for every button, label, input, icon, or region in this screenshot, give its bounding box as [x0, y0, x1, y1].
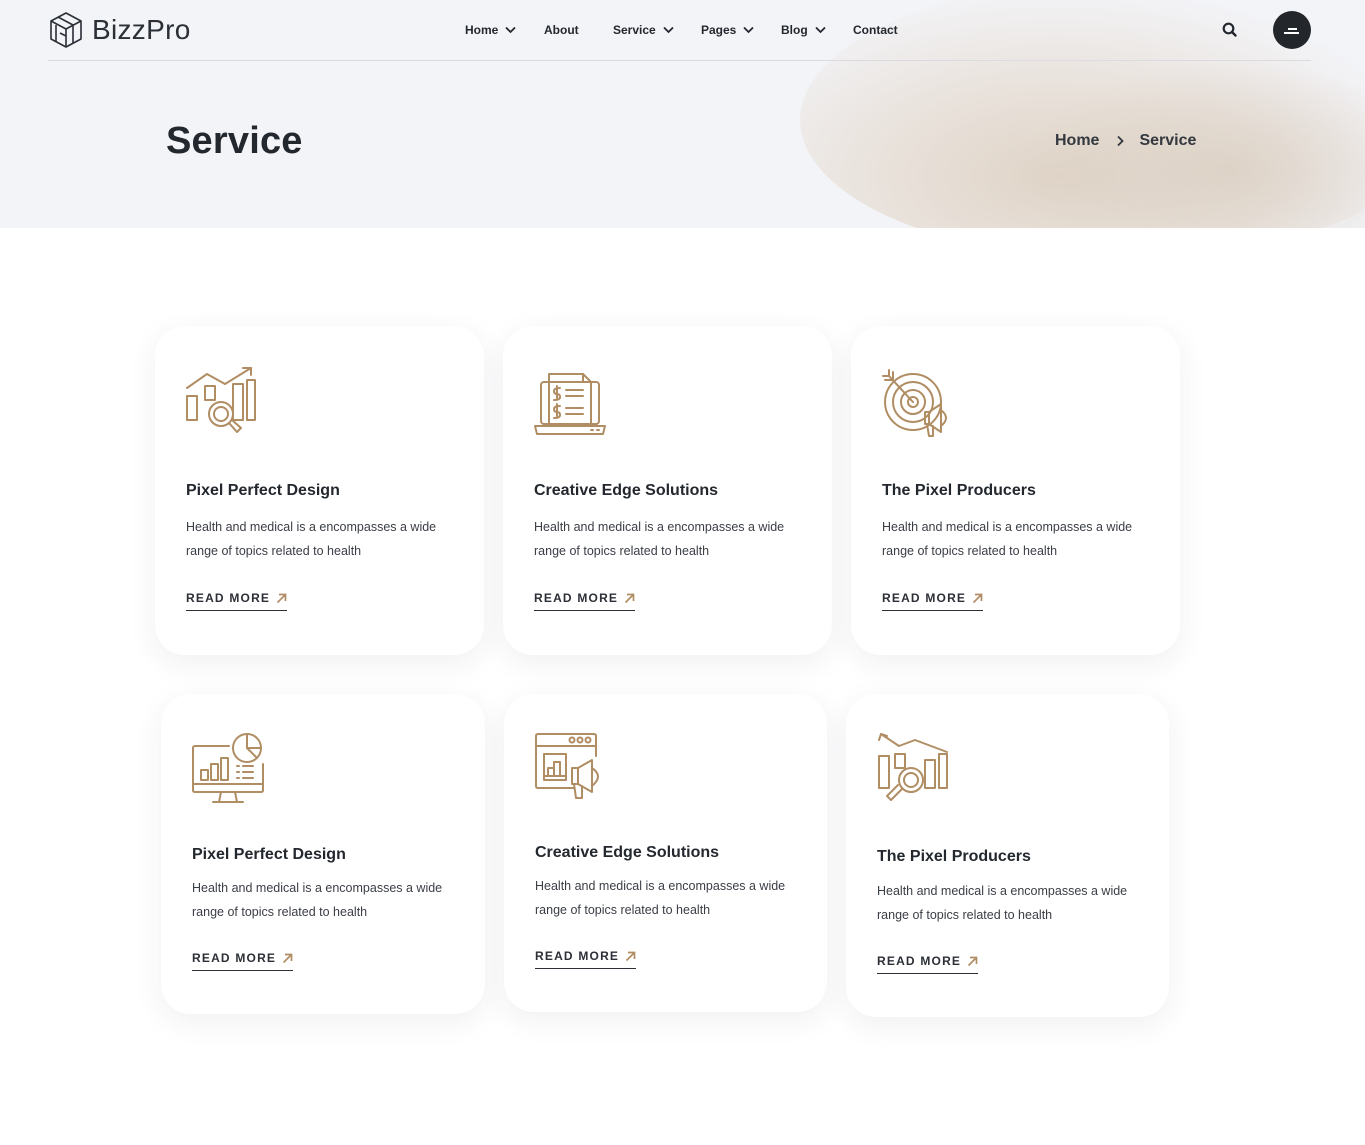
card-description: Health and medical is a encompasses a wi…	[877, 884, 1128, 922]
card-description: Health and medical is a encompasses a wi…	[186, 520, 437, 558]
chevron-right-icon	[1117, 135, 1125, 147]
nav-about[interactable]: About	[544, 23, 579, 37]
chevron-down-icon	[663, 26, 674, 34]
read-more-label: READ MORE	[186, 591, 271, 605]
read-more-label: READ MORE	[534, 591, 619, 605]
read-more-link[interactable]: READ MORE	[192, 951, 294, 971]
card-description: Health and medical is a encompasses a wi…	[882, 520, 1133, 558]
menu-icon-line	[1288, 28, 1297, 30]
brand-name: BizzPro	[92, 14, 191, 45]
arrow-up-right-icon	[973, 593, 983, 603]
card-title: The Pixel Producers	[877, 848, 1031, 865]
nav-about-label: About	[544, 23, 579, 37]
service-card: Pixel Perfect Design Health and medical …	[155, 326, 484, 655]
menu-icon-line	[1284, 32, 1299, 34]
service-card: Pixel Perfect Design Health and medical …	[161, 694, 485, 1014]
menu-toggle-button[interactable]	[1273, 11, 1311, 49]
breadcrumb-current: Service	[1139, 132, 1197, 149]
nav-blog-label: Blog	[781, 23, 808, 37]
card-title: The Pixel Producers	[882, 482, 1036, 499]
chevron-down-icon	[505, 26, 516, 34]
card-description: Health and medical is a encompasses a wi…	[192, 881, 443, 919]
arrow-up-right-icon	[277, 593, 287, 603]
logo[interactable]: BizzPro	[48, 10, 191, 50]
card-title: Creative Edge Solutions	[534, 482, 719, 499]
arrow-up-right-icon	[625, 593, 635, 603]
arrow-up-right-icon	[626, 951, 636, 961]
read-more-label: READ MORE	[882, 591, 967, 605]
card-description: Health and medical is a encompasses a wi…	[534, 520, 785, 558]
read-more-link[interactable]: READ MORE	[186, 591, 288, 611]
nav-pages-label: Pages	[701, 23, 737, 37]
arrow-up-right-icon	[968, 956, 978, 966]
read-more-link[interactable]: READ MORE	[877, 954, 979, 974]
nav-home-label: Home	[465, 23, 499, 37]
read-more-link[interactable]: READ MORE	[882, 591, 984, 611]
page-header: BizzPro Home About Service Pages Blog Co…	[0, 0, 1365, 228]
card-description: Health and medical is a encompasses a wi…	[535, 879, 786, 917]
read-more-label: READ MORE	[192, 951, 277, 965]
logo-cube-icon	[50, 12, 82, 48]
analytics-search-icon	[186, 367, 256, 433]
chart-magnifier-icon	[878, 733, 948, 801]
card-title: Pixel Perfect Design	[192, 846, 346, 863]
breadcrumb-home-link[interactable]: Home	[1055, 132, 1099, 150]
nav-service[interactable]: Service	[613, 23, 674, 37]
chevron-down-icon	[815, 26, 826, 34]
read-more-link[interactable]: READ MORE	[534, 591, 636, 611]
card-title: Pixel Perfect Design	[186, 482, 340, 499]
service-card: Creative Edge Solutions Health and medic…	[503, 326, 832, 655]
browser-megaphone-icon	[535, 733, 599, 799]
nav-home[interactable]: Home	[465, 23, 516, 37]
read-more-label: READ MORE	[877, 954, 962, 968]
service-card: The Pixel Producers Health and medical i…	[851, 326, 1180, 655]
read-more-label: READ MORE	[535, 949, 620, 963]
breadcrumb: Home Service	[1055, 132, 1196, 150]
monitor-chart-icon	[192, 733, 264, 803]
chevron-down-icon	[743, 26, 754, 34]
laptop-invoice-icon	[534, 373, 606, 435]
search-button[interactable]	[1221, 21, 1239, 39]
target-megaphone-icon	[882, 369, 947, 437]
read-more-link[interactable]: READ MORE	[535, 949, 637, 969]
nav-blog[interactable]: Blog	[781, 23, 826, 37]
nav-contact-label: Contact	[853, 23, 898, 37]
top-navbar: BizzPro Home About Service Pages Blog Co…	[48, 0, 1311, 61]
service-card: The Pixel Producers Health and medical i…	[846, 694, 1169, 1017]
service-card: Creative Edge Solutions Health and medic…	[504, 694, 827, 1012]
nav-service-label: Service	[613, 23, 656, 37]
card-title: Creative Edge Solutions	[535, 844, 720, 861]
page-title: Service	[166, 120, 303, 162]
search-icon	[1222, 22, 1237, 37]
nav-pages[interactable]: Pages	[701, 23, 754, 37]
nav-contact[interactable]: Contact	[853, 23, 898, 37]
arrow-up-right-icon	[283, 953, 293, 963]
